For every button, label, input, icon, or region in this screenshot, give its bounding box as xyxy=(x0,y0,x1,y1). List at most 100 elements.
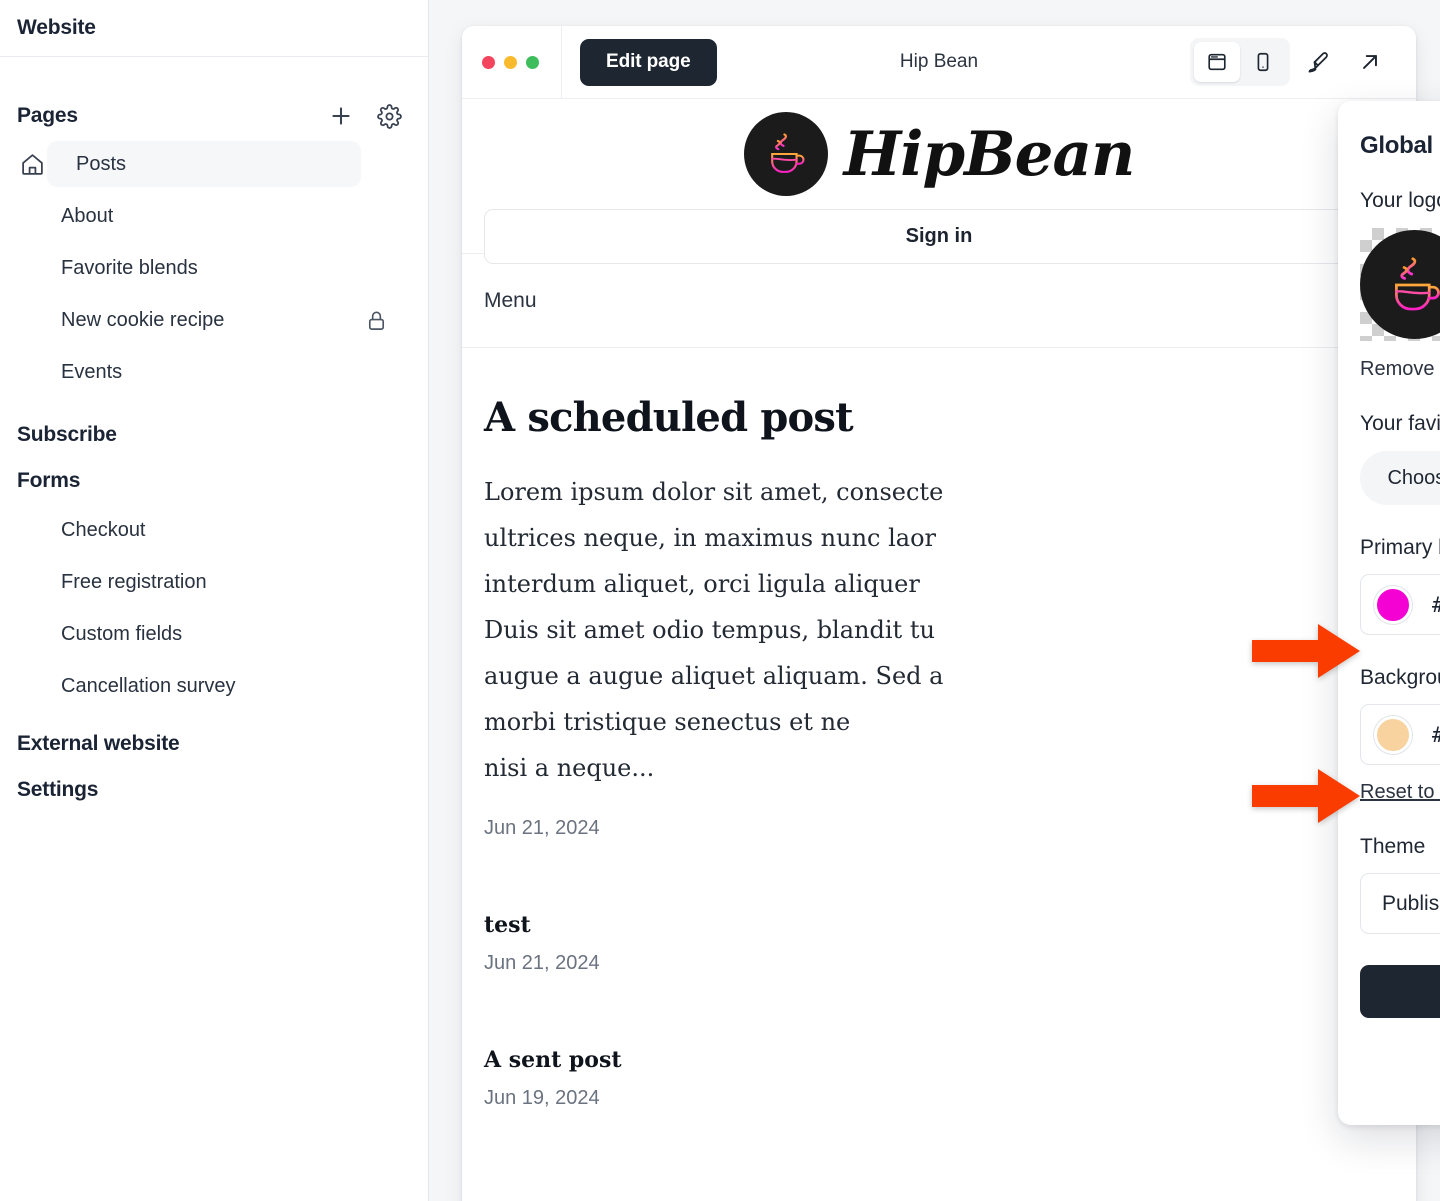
coffee-cup-logo-icon xyxy=(743,112,828,196)
sidebar-item-label: Events xyxy=(61,360,123,383)
open-external-icon[interactable] xyxy=(1346,39,1394,85)
edit-page-button[interactable]: Edit page xyxy=(580,38,717,86)
sidebar-section-label: Forms xyxy=(17,469,81,492)
sidebar-section-subscribe[interactable]: Subscribe xyxy=(0,412,428,458)
site-menu-label: Menu xyxy=(484,288,537,312)
brush-icon[interactable] xyxy=(1294,39,1342,85)
desktop-view-icon[interactable] xyxy=(1194,42,1240,82)
preview-toolbar: Edit page Hip Bean xyxy=(462,26,1416,99)
sidebar-item-label: Custom fields xyxy=(61,622,183,645)
sidebar-section-external-website[interactable]: External website xyxy=(0,721,428,767)
post-body-line: augue a augue aliquet aliquam. Sed a xyxy=(484,662,944,690)
site-menu-bar[interactable]: Menu xyxy=(462,253,1416,348)
post-body-line: ultrices neque, in maximus nunc laor xyxy=(484,524,937,552)
remove-logo-link[interactable]: Remove xyxy=(1360,358,1440,381)
background-color-label-row: Background color xyxy=(1360,666,1440,690)
primary-button-color-label-row: Primary button color xyxy=(1360,536,1440,560)
site-logo-wordmark: HipBean xyxy=(843,118,1136,190)
sidebar-header: Website xyxy=(0,0,428,57)
post-item-title: A sent post xyxy=(484,1047,622,1073)
mobile-view-icon[interactable] xyxy=(1240,42,1286,82)
sidebar-item-label: Favorite blends xyxy=(61,256,198,279)
post-item-title: test xyxy=(484,912,531,938)
sidebar-item-free-registration[interactable]: Free registration xyxy=(0,556,428,608)
close-window-dot[interactable] xyxy=(482,55,495,69)
theme-label: Theme xyxy=(1360,835,1426,858)
sidebar-item-events[interactable]: Events xyxy=(0,346,428,398)
site-logo: HipBean xyxy=(462,99,1416,209)
choose-file-button[interactable]: Choose file xyxy=(1360,451,1440,505)
preview-view-controls xyxy=(1190,38,1394,86)
plus-icon[interactable] xyxy=(326,101,356,131)
theme-select[interactable]: Publishing xyxy=(1360,873,1440,934)
maximize-window-dot[interactable] xyxy=(526,55,539,69)
sign-in-label: Sign in xyxy=(905,225,973,247)
pages-label: Pages xyxy=(17,104,78,127)
list-item[interactable]: A sent post Jun 19, 2024 xyxy=(484,1047,1394,1110)
save-button[interactable]: Save xyxy=(1360,965,1440,1018)
sidebar-section-label: Settings xyxy=(17,778,99,801)
sidebar-section-forms[interactable]: Forms xyxy=(0,458,428,504)
coffee-cup-logo-icon xyxy=(1360,230,1440,339)
site-header-preview: HipBean Sign in xyxy=(462,99,1416,264)
featured-post-date: Jun 21, 2024 xyxy=(484,817,600,839)
sidebar-item-label: Posts xyxy=(76,152,127,175)
post-item-date: Jun 19, 2024 xyxy=(484,1087,600,1109)
sidebar-item-label: Checkout xyxy=(61,518,146,541)
background-color-input[interactable]: #f9d39f xyxy=(1360,704,1440,765)
your-logo-label: Your logo xyxy=(1360,189,1440,212)
post-body-line: interdum aliquet, orci ligula aliquer xyxy=(484,570,920,598)
sidebar-item-cancellation-survey[interactable]: Cancellation survey xyxy=(0,660,428,712)
post-body-line: nisi a neque... xyxy=(484,754,655,782)
sidebar-item-favorite-blends[interactable]: Favorite blends xyxy=(0,242,428,294)
sidebar-item-about[interactable]: About xyxy=(0,190,428,242)
featured-post-title[interactable]: A scheduled post xyxy=(484,396,1394,440)
sidebar: Website Pages Posts About Favorite blend… xyxy=(0,0,429,1201)
sidebar-section-label: Subscribe xyxy=(17,423,117,446)
post-body-line: morbi tristique senectus et ne xyxy=(484,708,851,736)
list-item[interactable]: test Jun 21, 2024 xyxy=(484,912,1394,975)
minimize-window-dot[interactable] xyxy=(504,55,517,69)
choose-file-label: Choose file xyxy=(1387,466,1440,489)
sidebar-item-posts-pill[interactable]: Posts xyxy=(47,141,361,187)
your-favicon-label-row: Your favicon xyxy=(1360,412,1440,436)
post-body-line: Duis sit amet odio tempus, blandit tu xyxy=(484,616,935,644)
primary-color-hex: #f401d3 xyxy=(1432,593,1440,617)
sidebar-item-custom-fields[interactable]: Custom fields xyxy=(0,608,428,660)
sign-in-button[interactable]: Sign in xyxy=(484,209,1394,264)
sidebar-item-new-cookie-recipe[interactable]: New cookie recipe xyxy=(0,294,428,346)
viewport-toggle-group xyxy=(1190,38,1290,86)
background-color-swatch[interactable] xyxy=(1374,715,1412,754)
theme-label-row: Theme xyxy=(1360,835,1440,859)
primary-button-color-label: Primary button color xyxy=(1360,536,1440,559)
gear-icon[interactable] xyxy=(374,101,404,131)
post-body-line: Lorem ipsum dolor sit amet, consecte xyxy=(484,478,944,506)
sidebar-section-settings[interactable]: Settings xyxy=(0,767,428,813)
logo-preview[interactable]: HipBean xyxy=(1360,228,1440,341)
post-list: A scheduled post Lorem ipsum dolor sit a… xyxy=(462,348,1416,1110)
primary-color-swatch[interactable] xyxy=(1374,585,1412,624)
reset-to-default-colors-link[interactable]: Reset to default colors xyxy=(1360,781,1440,804)
sidebar-item-posts[interactable]: Posts xyxy=(0,138,428,190)
sidebar-item-checkout[interactable]: Checkout xyxy=(0,504,428,556)
background-color-label: Background color xyxy=(1360,666,1440,689)
theme-selected-value: Publishing xyxy=(1382,891,1440,915)
window-traffic-lights xyxy=(462,55,561,69)
primary-button-color-input[interactable]: #f401d3 xyxy=(1360,574,1440,635)
toolbar-divider xyxy=(561,26,562,98)
sidebar-item-label: Cancellation survey xyxy=(61,674,236,697)
sidebar-item-label: About xyxy=(61,204,114,227)
sidebar-item-label: Free registration xyxy=(61,570,207,593)
site-preview-window: Edit page Hip Bean HipBean Sign in Menu … xyxy=(462,26,1416,1201)
sidebar-item-label: New cookie recipe xyxy=(61,308,225,331)
featured-post-body: Lorem ipsum dolor sit amet, consecte ult… xyxy=(484,469,1394,791)
signin-row: Sign in xyxy=(462,209,1416,264)
global-branding-panel: Global branding Your logo xyxy=(1338,101,1440,1125)
pages-section-header: Pages xyxy=(0,94,428,138)
home-icon xyxy=(17,152,47,177)
your-logo-label-row: Your logo xyxy=(1360,189,1440,213)
app-root: Website Pages Posts About Favorite blend… xyxy=(0,0,1440,1201)
background-color-hex: #f9d39f xyxy=(1432,723,1440,747)
edit-page-label: Edit page xyxy=(606,51,691,72)
lock-icon xyxy=(365,309,388,332)
